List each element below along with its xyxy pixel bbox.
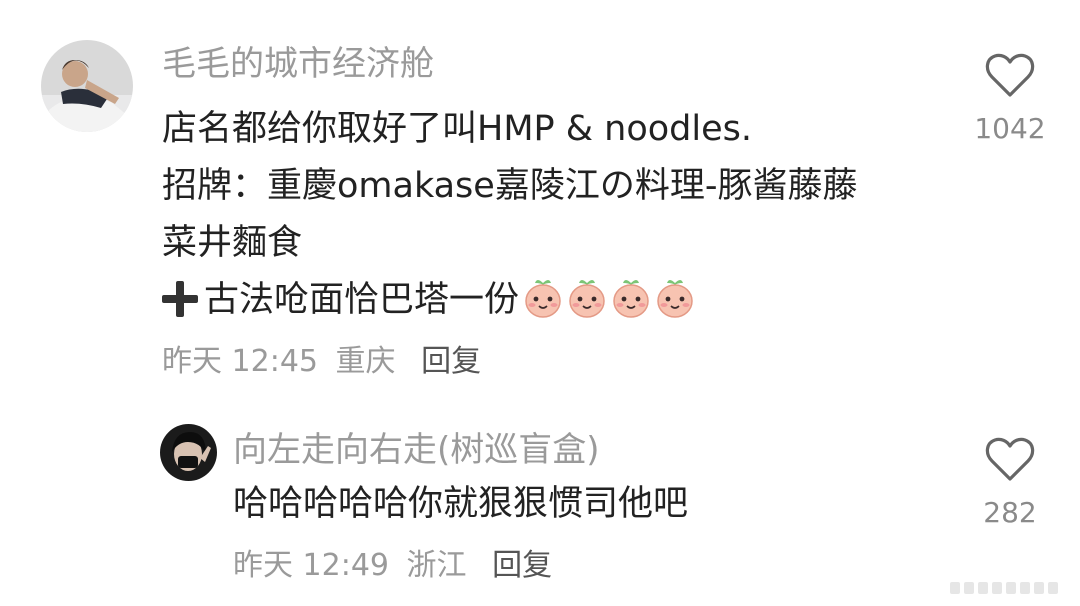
comment: 毛毛的城市经济舱 店名都给你取好了叫HMP & noodles. 招牌：重慶om… <box>0 0 1080 400</box>
comment-line: 古法呛面恰巴塔一份 <box>204 280 520 320</box>
username[interactable]: 向左走向右走(树巡盲盒) <box>233 430 600 470</box>
avatar-image <box>41 40 133 132</box>
heavy-plus-icon <box>162 281 198 317</box>
peach-face-emoji-icon <box>655 277 695 319</box>
comment-meta: 昨天 12:49 浙江 回复 <box>233 548 552 584</box>
heart-outline-icon <box>985 437 1035 481</box>
like-button[interactable]: 282 <box>970 436 1050 530</box>
reply-button[interactable]: 回复 <box>492 548 552 583</box>
comment-line: 招牌：重慶omakase嘉陵江の料理-豚酱藤藤 <box>162 166 858 206</box>
reply-comment: 向左走向右走(树巡盲盒) 哈哈哈哈哈你就狠狠惯司他吧 昨天 12:49 浙江 回… <box>0 400 1080 606</box>
avatar-image <box>160 424 217 481</box>
avatar[interactable] <box>41 40 133 132</box>
location: 浙江 <box>406 548 467 583</box>
comment-line: 哈哈哈哈哈你就狠狠惯司他吧 <box>233 484 689 524</box>
timestamp: 昨天 12:49 <box>233 548 389 583</box>
heart-outline-icon <box>985 53 1035 97</box>
location: 重庆 <box>335 344 396 379</box>
comment-line: 菜井麵食 <box>162 223 303 263</box>
watermark-dots <box>950 582 1058 594</box>
comment-line-with-icons: 古法呛面恰巴塔一份 <box>162 272 952 329</box>
like-count: 1042 <box>974 112 1046 145</box>
comment-text: 哈哈哈哈哈你就狠狠惯司他吧 <box>233 476 933 533</box>
like-count: 282 <box>983 496 1037 529</box>
peach-face-emoji-icon <box>567 277 607 319</box>
avatar[interactable] <box>160 424 217 481</box>
timestamp: 昨天 12:45 <box>162 344 318 379</box>
comment-line: 店名都给你取好了叫HMP & noodles. <box>162 109 753 149</box>
peach-face-emoji-icon <box>611 277 651 319</box>
reply-button[interactable]: 回复 <box>421 344 481 379</box>
peach-face-emoji-icon <box>523 277 563 319</box>
comment-meta: 昨天 12:45 重庆 回复 <box>162 344 481 380</box>
like-button[interactable]: 1042 <box>970 52 1050 146</box>
username[interactable]: 毛毛的城市经济舱 <box>162 44 434 84</box>
comment-text: 店名都给你取好了叫HMP & noodles. 招牌：重慶omakase嘉陵江の… <box>162 101 952 329</box>
comment-thread: 毛毛的城市经济舱 店名都给你取好了叫HMP & noodles. 招牌：重慶om… <box>0 0 1080 606</box>
